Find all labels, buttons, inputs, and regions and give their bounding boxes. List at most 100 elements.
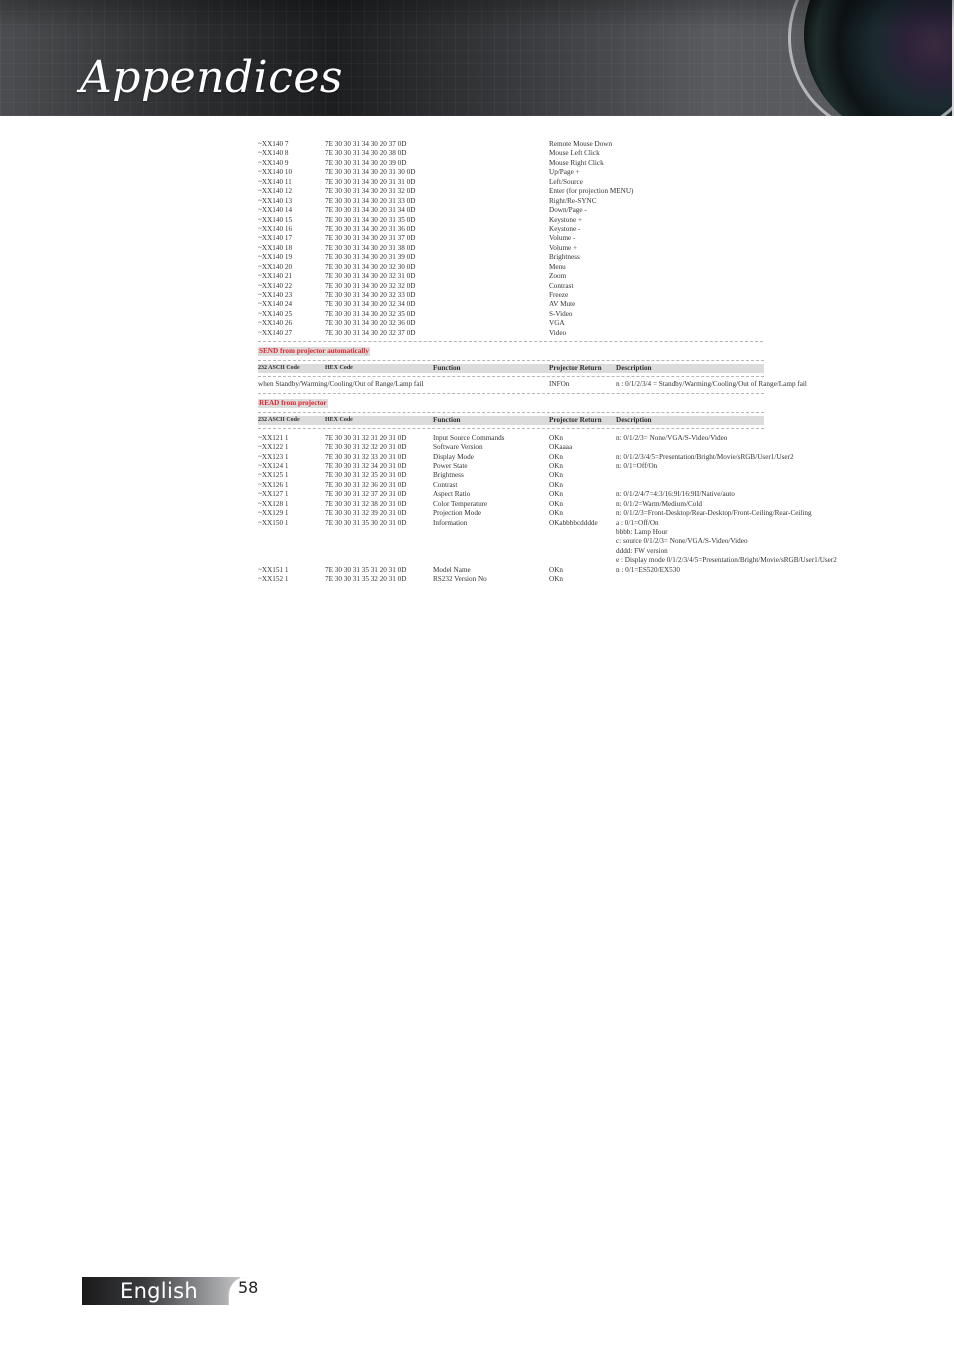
hex-code: 7E 30 30 31 34 30 20 31 34 0D: [325, 206, 416, 215]
send-description: n : 0/1/2/3/4 = Standby/Warming/Cooling/…: [616, 380, 807, 389]
function-name: Freeze: [549, 291, 569, 299]
header-projector-return: Projector Return: [549, 364, 602, 373]
ascii-code: ~XX140 17: [258, 234, 293, 243]
hex-code: 7E 30 30 31 34 30 20 32 32 0D: [325, 281, 416, 290]
read-command-row: ~XX124 1 7E 30 30 31 32 34 20 31 0D Power …: [258, 462, 878, 471]
rs232-command-table: ~XX140 7 7E 30 30 31 34 30 20 37 0D Remote…: [258, 140, 878, 585]
ascii-code: ~XX140 13: [258, 196, 293, 205]
page-title: Appendices: [80, 52, 343, 103]
function-name: Power State: [433, 461, 468, 470]
send-section-label: SEND from projector automatically: [258, 347, 370, 357]
projector-return: OKaaaa: [549, 443, 573, 452]
hex-code: 7E 30 30 31 32 39 20 31 0D: [325, 509, 407, 518]
remote-command-row: ~XX140 7 7E 30 30 31 34 30 20 37 0D Remote…: [258, 140, 878, 149]
header-projector-return: Projector Return: [549, 415, 602, 424]
hex-code: 7E 30 30 31 34 30 20 37 0D: [325, 140, 407, 148]
hex-code: 7E 30 30 31 34 30 20 32 35 0D: [325, 309, 416, 318]
divider: [258, 427, 764, 429]
function-name: Keystone -: [549, 224, 581, 233]
ascii-code: ~XX150 1: [258, 518, 289, 527]
remote-command-list: ~XX140 7 7E 30 30 31 34 30 20 37 0D Remote…: [258, 140, 878, 338]
remote-command-row: ~XX140 15 7E 30 30 31 34 30 20 31 35 0D Ke…: [258, 216, 878, 225]
function-name: Display Mode: [433, 452, 474, 461]
hex-code: 7E 30 30 31 34 30 20 31 32 0D: [325, 187, 416, 196]
function-name: Input Source Commands: [433, 433, 505, 442]
ascii-code: ~XX151 1: [258, 565, 289, 574]
description: a : 0/1=Off/On bbbb: Lamp Hour c: source 0…: [616, 519, 878, 566]
function-name: VGA: [549, 319, 565, 328]
read-command-row: ~XX129 1 7E 30 30 31 32 39 20 31 0D Projec…: [258, 509, 878, 518]
read-command-row: ~XX126 1 7E 30 30 31 32 36 20 31 0D Contra…: [258, 481, 878, 490]
description: n: 0/1/2/4/7=4:3/16:9I/16:9II/Native/aut…: [616, 490, 878, 499]
function-name: Enter (for projection MENU): [549, 187, 634, 196]
ascii-code: ~XX121 1: [258, 433, 289, 442]
read-command-row: ~XX151 1 7E 30 30 31 35 31 20 31 0D Model …: [258, 566, 878, 575]
header-function: Function: [433, 415, 461, 424]
read-command-row: ~XX125 1 7E 30 30 31 32 35 20 31 0D Bright…: [258, 471, 878, 480]
header-description: Description: [616, 415, 652, 424]
projector-return: OKn: [549, 499, 563, 508]
hex-code: 7E 30 30 31 34 30 20 38 0D: [325, 149, 407, 158]
description: [616, 575, 878, 584]
function-name: Video: [549, 328, 567, 337]
description-line: dddd: FW version: [616, 546, 668, 555]
description: [616, 443, 878, 452]
ascii-code: ~XX140 11: [258, 177, 292, 186]
read-table-header: 232 ASCII Code HEX Code Function Project…: [258, 415, 764, 425]
header-description: Description: [616, 364, 652, 373]
projector-return: OKn: [549, 490, 563, 499]
header-banner: Appendices: [0, 0, 954, 116]
ascii-code: ~XX152 1: [258, 575, 289, 584]
divider: [258, 376, 764, 378]
ascii-code: ~XX129 1: [258, 509, 289, 518]
remote-command-row: ~XX140 18 7E 30 30 31 34 30 20 31 38 0D Vo…: [258, 244, 878, 253]
lens-rim-decoration: [788, 0, 954, 116]
description: n : 0/1=ES520/EX530: [616, 566, 878, 575]
projector-return: OKn: [549, 480, 563, 489]
ascii-code: ~XX140 7: [258, 140, 289, 148]
remote-command-row: ~XX140 13 7E 30 30 31 34 30 20 31 33 0D Ri…: [258, 197, 878, 206]
hex-code: 7E 30 30 31 34 30 20 32 30 0D: [325, 262, 416, 271]
ascii-code: ~XX140 27: [258, 328, 293, 337]
read-command-row: ~XX127 1 7E 30 30 31 32 37 20 31 0D Aspect…: [258, 490, 878, 499]
header-hex-code: HEX Code: [325, 416, 353, 423]
function-name: Projection Mode: [433, 509, 482, 518]
function-name: Right/Re-SYNC: [549, 196, 597, 205]
ascii-code: ~XX140 12: [258, 187, 293, 196]
header-ascii-code: 232 ASCII Code: [258, 365, 300, 372]
ascii-code: ~XX125 1: [258, 471, 289, 480]
description-line: n: 0/1/2=Warm/Medium/Cold: [616, 499, 702, 508]
function-name: Brightness: [433, 471, 464, 480]
ascii-code: ~XX126 1: [258, 480, 289, 489]
projector-return: OKn: [549, 433, 563, 442]
ascii-code: ~XX124 1: [258, 461, 289, 470]
hex-code: 7E 30 30 31 32 37 20 31 0D: [325, 490, 407, 499]
description-line: c: source 0/1/2/3= None/VGA/S-Video/Vide…: [616, 537, 748, 546]
function-name: Remote Mouse Down: [549, 140, 613, 148]
hex-code: 7E 30 30 31 32 32 20 31 0D: [325, 443, 407, 452]
read-command-row: ~XX121 1 7E 30 30 31 32 31 20 31 0D Input …: [258, 434, 878, 443]
remote-command-row: ~XX140 22 7E 30 30 31 34 30 20 32 32 0D Co…: [258, 282, 878, 291]
function-name: Volume +: [549, 243, 578, 252]
description-line: n : 0/1=ES520/EX530: [616, 565, 680, 574]
divider: [258, 360, 764, 362]
function-name: Contrast: [433, 480, 458, 489]
ascii-code: ~XX140 19: [258, 253, 293, 262]
description: n: 0/1/2/3/4/5=Presentation/Bright/Movie…: [616, 453, 878, 462]
description: n: 0/1/2=Warm/Medium/Cold: [616, 500, 878, 509]
function-name: Contrast: [549, 281, 574, 290]
description: n: 0/1/2/3= None/VGA/S-Video/Video: [616, 434, 878, 443]
remote-command-row: ~XX140 23 7E 30 30 31 34 30 20 32 33 0D Fr…: [258, 291, 878, 300]
description-line: n: 0/1=Off/On: [616, 461, 658, 470]
